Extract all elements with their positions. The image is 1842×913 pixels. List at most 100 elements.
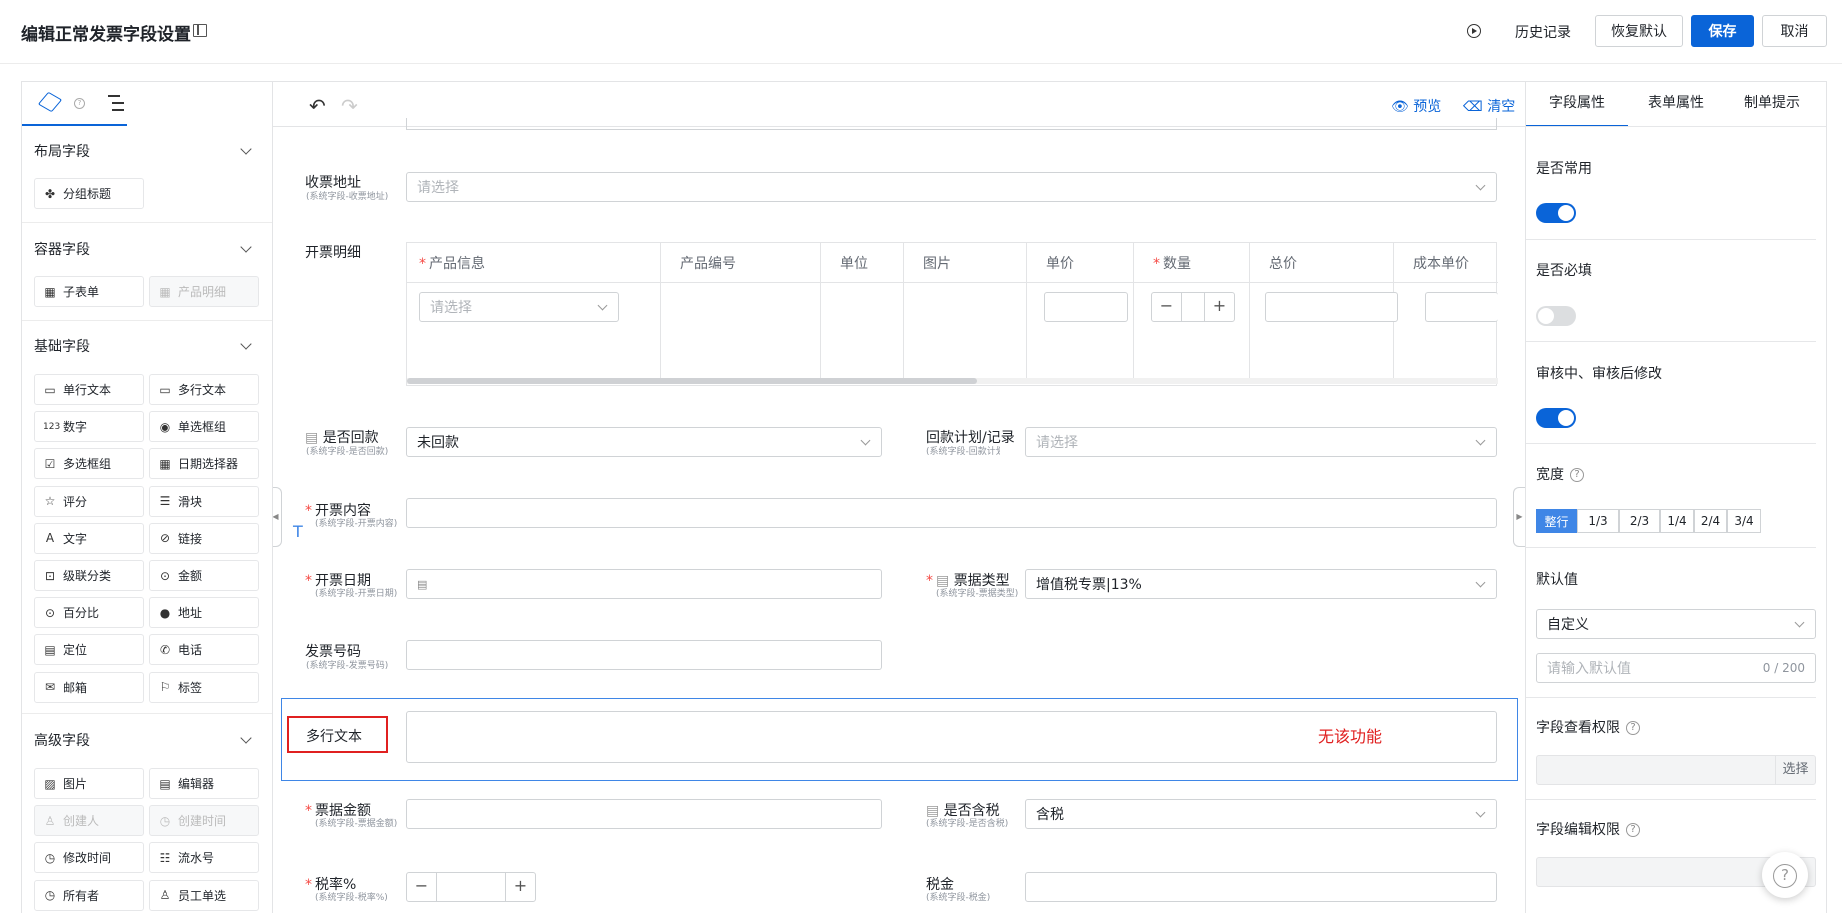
rate-stepper[interactable]: − + [406,872,536,902]
amount-input[interactable] [406,799,882,829]
minus-button[interactable]: − [1152,293,1182,321]
field-item[interactable]: ◉ 单选框组 [149,411,259,443]
chevron-down-icon[interactable] [240,241,252,253]
width-option[interactable]: 1/4 [1660,509,1694,533]
field-item[interactable]: A 文字 [34,522,144,554]
field-item[interactable]: ▨ 图片 [34,768,144,799]
plus-button[interactable]: + [505,873,535,901]
undo-icon[interactable]: ↶ [309,94,326,118]
layout-icon[interactable] [193,24,207,37]
field-item[interactable]: ▭ 单行文本 [34,374,144,405]
field-item[interactable]: ◷ 所有者 [34,879,144,911]
field-item[interactable]: ▭ 多行文本 [149,374,259,405]
section-advanced-fields[interactable]: 高级字段 [34,730,90,750]
chevron-down-icon[interactable] [240,338,252,350]
field-item[interactable]: ▤ 编辑器 [149,768,259,799]
page-title: 编辑正常发票字段设置 [21,25,191,45]
field-item[interactable]: ● 地址 [149,597,259,629]
chevron-down-icon [1475,435,1486,446]
tab-hint[interactable]: 制单提示 [1724,82,1820,127]
help-icon[interactable]: ? [1570,468,1584,482]
field-group-title[interactable]: ✤ 分组标题 [34,178,144,209]
h-scrollbar[interactable] [407,378,1498,384]
restore-default-button[interactable]: 恢复默认 [1595,15,1683,47]
required-toggle[interactable] [1536,306,1576,326]
width-option[interactable]: 3/4 [1727,509,1761,533]
total-price-input[interactable] [1265,292,1398,322]
clear-button[interactable]: ⌫ 清空 [1463,96,1515,116]
help-float-button[interactable]: ? [1762,852,1808,898]
field-item[interactable]: ⊡ 级联分类 [34,560,144,591]
field-item[interactable]: 123 数字 [34,411,144,443]
help-icon[interactable]: ? [1626,721,1640,735]
width-option[interactable]: 2/3 [1619,509,1660,533]
select-button[interactable]: 选择 [1775,756,1815,784]
field-item[interactable]: ☑ 多选框组 [34,448,144,480]
quantity-stepper[interactable]: − + [1151,292,1235,322]
product-select[interactable]: 请选择 [419,292,619,322]
date-picker[interactable]: ▤ [406,569,882,599]
left-collapse-handle[interactable]: ◀ [273,487,282,547]
section-basic-fields[interactable]: 基础字段 [34,336,90,356]
tag-icon: ⚐ [159,680,171,695]
minus-button[interactable]: − [407,873,437,901]
field-item[interactable]: ⊘ 链接 [149,522,259,554]
user-icon: ♙ [159,888,171,903]
field-item[interactable]: ☆ 评分 [34,485,144,517]
width-option[interactable]: 1/3 [1577,509,1619,533]
field-item[interactable]: ⚐ 标签 [149,671,259,703]
width-option[interactable]: 整行 [1536,509,1577,533]
section-container-fields[interactable]: 容器字段 [34,239,90,259]
section-layout-fields[interactable]: 布局字段 [34,141,90,161]
plan-select[interactable]: 请选择 [1025,427,1497,457]
audit-edit-toggle[interactable] [1536,408,1576,428]
default-value-input[interactable]: 请输入默认值 0 / 200 [1536,653,1816,683]
right-collapse-handle[interactable]: ▶ [1513,487,1525,547]
help-icon[interactable]: ? [74,98,85,109]
tab-form-props[interactable]: 表单属性 [1628,82,1724,127]
redo-icon[interactable]: ↷ [341,94,358,118]
help-icon[interactable]: ? [1626,823,1640,837]
chevron-down-icon[interactable] [240,732,252,744]
cancel-button[interactable]: 取消 [1762,15,1827,47]
default-mode-select[interactable]: 自定义 [1536,609,1816,639]
location-pin-icon: ● [159,605,171,620]
common-toggle[interactable] [1536,203,1576,223]
repaid-select[interactable]: 未回款 [406,427,882,457]
calendar-icon: ▦ [159,456,171,471]
field-item[interactable]: ☰ 滑块 [149,485,259,517]
outline-tree-icon[interactable] [108,94,126,112]
content-input[interactable] [406,498,1497,528]
history-link[interactable]: 历史记录 [1515,22,1571,42]
field-item[interactable]: ☷ 流水号 [149,842,259,874]
address-select[interactable]: 请选择 [406,172,1497,202]
plus-button[interactable]: + [1204,293,1234,321]
field-item[interactable]: ▤ 定位 [34,634,144,666]
field-item[interactable]: ⊙ 百分比 [34,597,144,629]
field-item[interactable]: ⊙ 金额 [149,560,259,591]
play-circle-icon[interactable] [1467,24,1481,38]
field-label: 创建时间 [178,814,227,829]
tax-incl-select[interactable]: 含税 [1025,799,1497,829]
preview-button[interactable]: 👁 预览 [1391,96,1441,116]
unit-price-input[interactable] [1044,292,1128,322]
field-item[interactable]: ✉ 邮箱 [34,671,144,703]
field-item[interactable]: ▦ 日期选择器 [149,448,259,480]
field-subform[interactable]: ▦ 子表单 [34,276,144,307]
field-item[interactable]: ✆ 电话 [149,634,259,666]
clock-icon: ◷ [159,813,171,828]
field-item[interactable]: ♙ 员工单选 [149,879,259,911]
save-button[interactable]: 保存 [1691,15,1754,47]
tax-input[interactable] [1025,872,1497,902]
text-icon: A [45,531,55,546]
field-label: 单选框组 [178,420,227,435]
component-tab[interactable]: ? [22,82,127,126]
width-option[interactable]: 2/4 [1694,509,1727,533]
invoice-no-input[interactable] [406,640,882,670]
field-item[interactable]: ◷ 修改时间 [34,842,144,874]
chevron-down-icon[interactable] [240,143,252,155]
cost-price-input[interactable] [1425,292,1498,322]
view-perm-field[interactable]: 选择 [1536,755,1816,785]
tab-field-props[interactable]: 字段属性 [1526,82,1628,127]
ticket-type-select[interactable]: 增值税专票|13% [1025,569,1497,599]
